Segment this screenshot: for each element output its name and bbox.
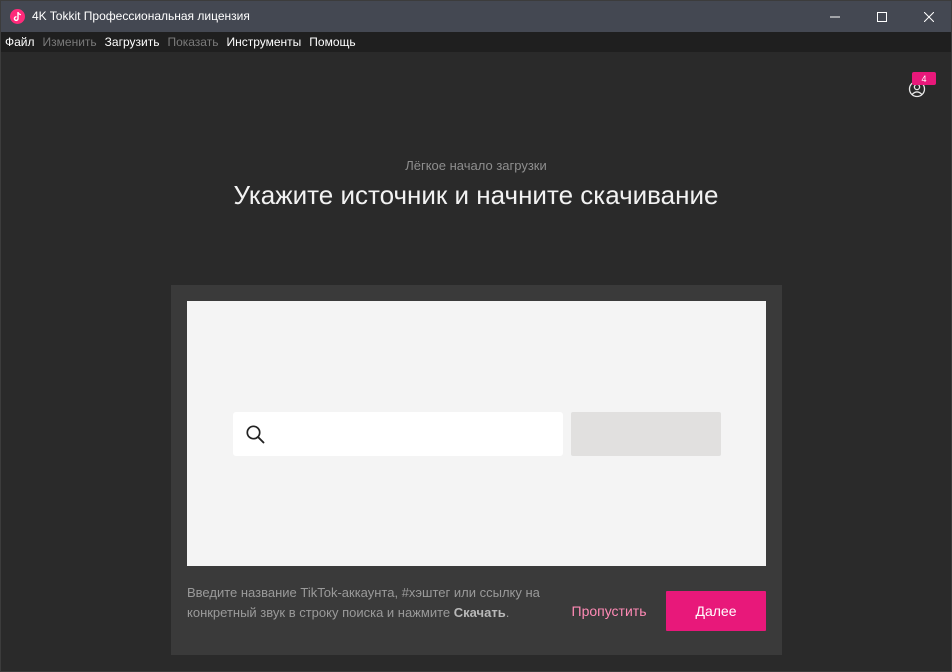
title-bar[interactable]: 4K Tokkit Профессиональная лицензия — [1, 1, 951, 32]
next-button[interactable]: Далее — [666, 591, 766, 631]
onboarding-hint: Введите название TikTok-аккаунта, #хэште… — [187, 583, 547, 623]
search-icon — [246, 425, 265, 444]
menu-help[interactable]: Помощь — [309, 35, 355, 49]
menu-edit[interactable]: Изменить — [43, 35, 97, 49]
menu-bar: Файл Изменить Загрузить Показать Инструм… — [1, 32, 951, 52]
maximize-button[interactable] — [859, 1, 905, 32]
search-box[interactable] — [233, 412, 563, 456]
menu-file[interactable]: Файл — [5, 35, 35, 49]
tokkit-logo-icon — [10, 9, 25, 24]
search-input[interactable] — [273, 412, 563, 456]
window-title: 4K Tokkit Профессиональная лицензия — [32, 9, 250, 23]
menu-view[interactable]: Показать — [167, 35, 218, 49]
minimize-icon — [830, 16, 840, 17]
close-button[interactable] — [906, 1, 952, 32]
onboarding-card: Введите название TikTok-аккаунта, #хэште… — [171, 285, 782, 655]
skip-button[interactable]: Пропустить — [559, 591, 659, 631]
menu-download[interactable]: Загрузить — [105, 35, 160, 49]
minimize-button[interactable] — [812, 1, 858, 32]
hint-end: . — [505, 605, 510, 620]
download-button[interactable] — [571, 412, 721, 456]
menu-tools[interactable]: Инструменты — [226, 35, 301, 49]
app-window: 4K Tokkit Профессиональная лицензия Файл… — [0, 0, 952, 672]
close-icon — [924, 11, 934, 22]
maximize-icon — [877, 11, 887, 22]
onboarding-subtitle: Лёгкое начало загрузки — [405, 158, 547, 173]
onboarding-heading: Укажите источник и начните скачивание — [233, 180, 719, 210]
demo-preview — [187, 301, 766, 566]
notification-badge: 4 — [912, 72, 936, 85]
hint-bold-text: Скачать — [453, 605, 506, 620]
